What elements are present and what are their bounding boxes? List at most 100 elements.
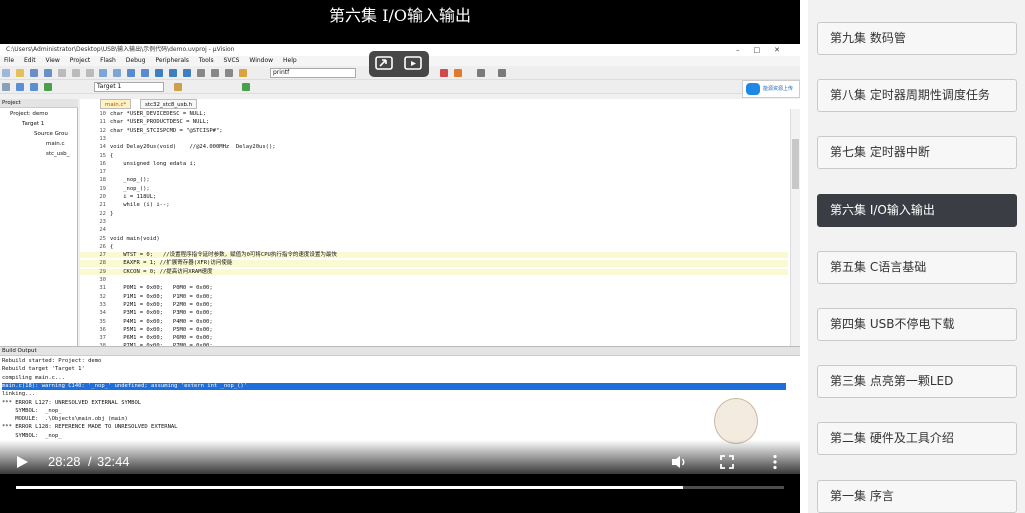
back-icon — [127, 69, 136, 77]
forward-icon — [141, 69, 150, 77]
menu-item: Help — [282, 57, 297, 64]
video-player[interactable]: 第六集 I/O输入输出 C:\Users\Administrator\Deskt… — [0, 0, 800, 513]
play-icon[interactable] — [14, 454, 30, 470]
code-line: 22} — [80, 211, 788, 217]
fullscreen-icon[interactable] — [719, 454, 735, 470]
menu-item: File — [4, 57, 15, 64]
player-controls: 28:28 / 32:44 — [0, 440, 800, 513]
episode-item[interactable]: 第三集 点亮第一颗LED — [817, 365, 1017, 399]
comment-icon — [224, 69, 233, 77]
code-line: 17 — [80, 169, 788, 175]
line-text: EAXFR = 1; //扩展寄存器(XFR)访问使能 — [110, 260, 233, 267]
menu-item: SVCS — [223, 57, 240, 64]
build-output-line: *** ERROR L127: UNRESOLVED EXTERNAL SYMB… — [2, 399, 142, 406]
line-number: 28 — [99, 260, 106, 267]
line-text: _nop_(); — [110, 185, 150, 192]
line-text: WTST = 0; //设置程序指令延时参数，赋值为0可将CPU执行指令的速度设… — [110, 252, 337, 259]
cast-icon[interactable] — [374, 54, 394, 74]
progress-bar[interactable] — [16, 486, 784, 489]
episode-item[interactable]: 第六集 I/O输入输出 — [817, 193, 1017, 227]
episode-item[interactable]: 第八集 定时器周期性调度任务 — [817, 79, 1017, 113]
line-number: 17 — [99, 169, 106, 176]
volume-icon[interactable] — [670, 454, 688, 470]
line-number: 36 — [99, 326, 106, 333]
code-line: 27 WTST = 0; //设置程序指令延时参数，赋值为0可将CPU执行指令的… — [80, 252, 788, 259]
build-output-line: SYMBOL: _nop_ — [2, 407, 62, 414]
episode-item[interactable]: 第五集 C语言基础 — [817, 250, 1017, 284]
new-file-icon — [2, 69, 10, 77]
line-text: { — [110, 243, 114, 250]
line-text: void Delay20us(void) //@24.000MHz Delay2… — [110, 144, 276, 151]
tree-project-root: Project: demo — [10, 111, 49, 117]
code-line: 26 { — [80, 244, 788, 250]
line-text: P3M1 = 0x00; P3M0 = 0x00; — [110, 310, 213, 317]
editor-tab-main: main.c* — [100, 99, 132, 109]
line-number: 24 — [99, 227, 106, 234]
picture-in-picture-icon[interactable] — [403, 54, 423, 74]
line-number: 25 — [99, 235, 106, 242]
code-line: 35 P4M1 = 0x00; P4M0 = 0x00; — [80, 319, 788, 325]
code-line: 10 char *USER_DEVICEDESC = NULL; — [80, 111, 788, 117]
line-text: P2M1 = 0x00; P2M0 = 0x00; — [110, 301, 213, 308]
undo-icon — [99, 69, 108, 77]
line-text: P4M1 = 0x00; P4M0 = 0x00; — [110, 318, 213, 325]
line-number: 11 — [99, 119, 106, 126]
code-line: 25 void main(void) — [80, 236, 788, 242]
target-options-icon — [174, 83, 182, 91]
line-number: 27 — [99, 252, 106, 259]
open-folder-icon — [15, 69, 24, 77]
code-line: 13 — [80, 136, 788, 142]
line-number: 31 — [99, 285, 106, 292]
code-line: 16 unsigned long edata i; — [80, 161, 788, 167]
cut-icon — [57, 69, 66, 77]
code-line: 24 — [80, 227, 788, 233]
code-line: 31 P0M1 = 0x00; P0M0 = 0x00; — [80, 285, 788, 291]
code-line: 23 — [80, 219, 788, 225]
code-line: 30 — [80, 277, 788, 283]
menu-item: Flash — [100, 57, 116, 64]
line-number: 26 — [99, 243, 106, 250]
menu-item: Window — [249, 57, 274, 64]
line-text: P0M1 = 0x00; P0M0 = 0x00; — [110, 285, 213, 292]
menu-item: Edit — [23, 57, 36, 64]
episode-item[interactable]: 第一集 序言 — [817, 479, 1017, 513]
line-number: 37 — [99, 335, 106, 342]
bookmark-next-icon — [182, 69, 191, 77]
line-text: void main(void) — [110, 235, 160, 242]
ide-window-title: C:\Users\Administrator\Desktop\USB\输入输出\… — [6, 46, 235, 53]
time-separator: / — [88, 454, 92, 469]
mascot-sticker-icon — [714, 398, 758, 444]
code-line: 28 EAXFR = 1; //扩展寄存器(XFR)访问使能 — [80, 260, 788, 267]
bookmark-prev-icon — [169, 69, 178, 77]
line-number: 29 — [99, 268, 106, 275]
menu-item: Tools — [198, 57, 214, 64]
episode-item[interactable]: 第四集 USB不停电下载 — [817, 308, 1017, 341]
line-number: 21 — [99, 202, 106, 209]
find-icon — [238, 69, 247, 77]
code-line: 33 P2M1 = 0x00; P2M0 = 0x00; — [80, 302, 788, 308]
line-number: 14 — [99, 144, 106, 151]
episode-item[interactable]: 第九集 数码管 — [817, 22, 1017, 55]
build-output-line: linking... — [2, 391, 36, 398]
line-text: i = 118UL; — [110, 194, 157, 200]
code-line: 18 _nop_(); — [80, 177, 788, 183]
download-icon — [43, 83, 52, 91]
episode-item[interactable]: 第七集 定时器中断 — [817, 136, 1017, 170]
more-options-icon[interactable] — [772, 454, 778, 470]
paste-icon — [85, 69, 94, 77]
window-icon — [477, 69, 485, 77]
episode-item[interactable]: 第二集 硬件及工具介绍 — [817, 422, 1017, 456]
ide-screen: C:\Users\Administrator\Desktop\USB\输入输出\… — [0, 44, 800, 474]
code-line: 14 void Delay20us(void) //@24.000MHz Dela… — [80, 144, 788, 150]
tree-file: main.c — [46, 141, 65, 147]
rebuild-icon — [29, 83, 38, 91]
code-line: 34 P3M1 = 0x00; P3M0 = 0x00; — [80, 310, 788, 316]
line-number: 20 — [99, 194, 106, 200]
line-number: 30 — [99, 277, 106, 283]
ide-toolbar-build: Target 1 — [0, 80, 800, 94]
line-text: unsigned long edata i; — [110, 160, 197, 167]
translate-icon — [2, 83, 10, 91]
line-text: } — [110, 210, 114, 217]
line-text: char *USER_STCISPCMD = "@STCISP#"; — [110, 127, 223, 134]
line-text: P6M1 = 0x00; P6M0 = 0x00; — [110, 335, 213, 342]
